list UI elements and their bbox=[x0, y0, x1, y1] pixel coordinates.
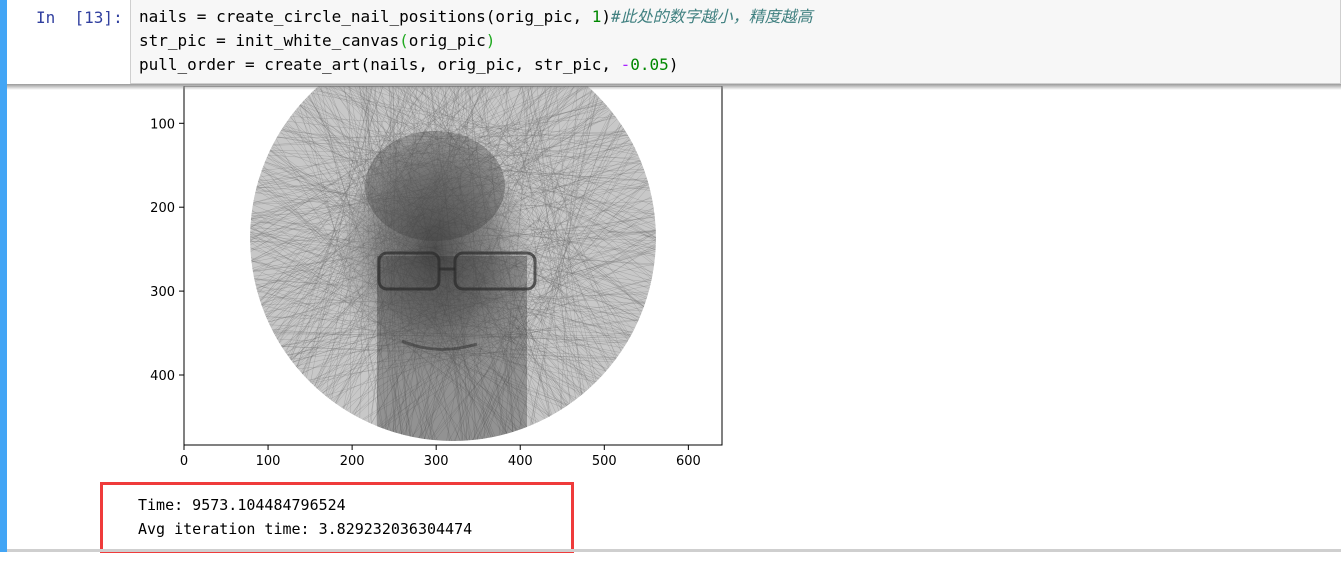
x-tick-label: 400 bbox=[508, 454, 533, 469]
y-tick-label: 400 bbox=[150, 369, 175, 384]
code-number: 0.05 bbox=[630, 55, 669, 74]
x-tick-label: 100 bbox=[256, 454, 281, 469]
y-tick-label: 100 bbox=[150, 117, 175, 132]
selected-cell-indicator bbox=[0, 0, 7, 552]
x-tick-label: 600 bbox=[676, 454, 701, 469]
code-line-3[interactable]: pull_order = create_art(nails, orig_pic,… bbox=[139, 54, 678, 76]
y-axis: 100 200 300 400 bbox=[150, 117, 184, 384]
code-operator: - bbox=[620, 55, 631, 74]
cell-output: 100 200 300 400 0 100 200 300 400 500 600 Time: 9… bbox=[7, 86, 1341, 549]
x-tick-label: 200 bbox=[340, 454, 365, 469]
notebook: In [13]: nails = create_circle_nail_posi… bbox=[0, 0, 1341, 566]
annotation-highlight-box bbox=[100, 482, 574, 553]
x-tick-label: 500 bbox=[592, 454, 617, 469]
code-text: orig_pic bbox=[408, 31, 486, 50]
string-art-plot: 100 200 300 400 0 100 200 300 400 500 600 bbox=[150, 86, 723, 469]
code-editor[interactable]: nails = create_circle_nail_positions(ori… bbox=[130, 0, 1341, 84]
y-tick-label: 300 bbox=[150, 285, 175, 300]
x-axis: 0 100 200 300 400 500 600 bbox=[180, 445, 701, 469]
head-top bbox=[365, 131, 505, 241]
output-shadow bbox=[7, 84, 1341, 90]
code-number: 1 bbox=[591, 7, 602, 26]
code-line-1[interactable]: nails = create_circle_nail_positions(ori… bbox=[139, 6, 813, 28]
code-paren: ) bbox=[485, 31, 496, 50]
x-tick-label: 300 bbox=[424, 454, 449, 469]
code-paren: ( bbox=[399, 31, 409, 50]
code-text: str_pic = init_white_canvas bbox=[139, 31, 400, 50]
code-text: ) bbox=[601, 7, 612, 26]
code-text: ) bbox=[668, 55, 679, 74]
input-prompt: In [13]: bbox=[36, 8, 123, 27]
y-tick-label: 200 bbox=[150, 201, 175, 216]
code-line-2[interactable]: str_pic = init_white_canvas(orig_pic) bbox=[139, 30, 495, 52]
x-tick-label: 0 bbox=[180, 454, 188, 469]
code-text: nails = create_circle_nail_positions(ori… bbox=[139, 7, 592, 26]
code-text: pull_order = create_art(nails, orig_pic,… bbox=[139, 55, 621, 74]
cell-bottom-border bbox=[7, 549, 1341, 552]
neck-shading bbox=[377, 256, 527, 441]
code-comment: #此处的数字越小，精度越高 bbox=[611, 7, 813, 26]
